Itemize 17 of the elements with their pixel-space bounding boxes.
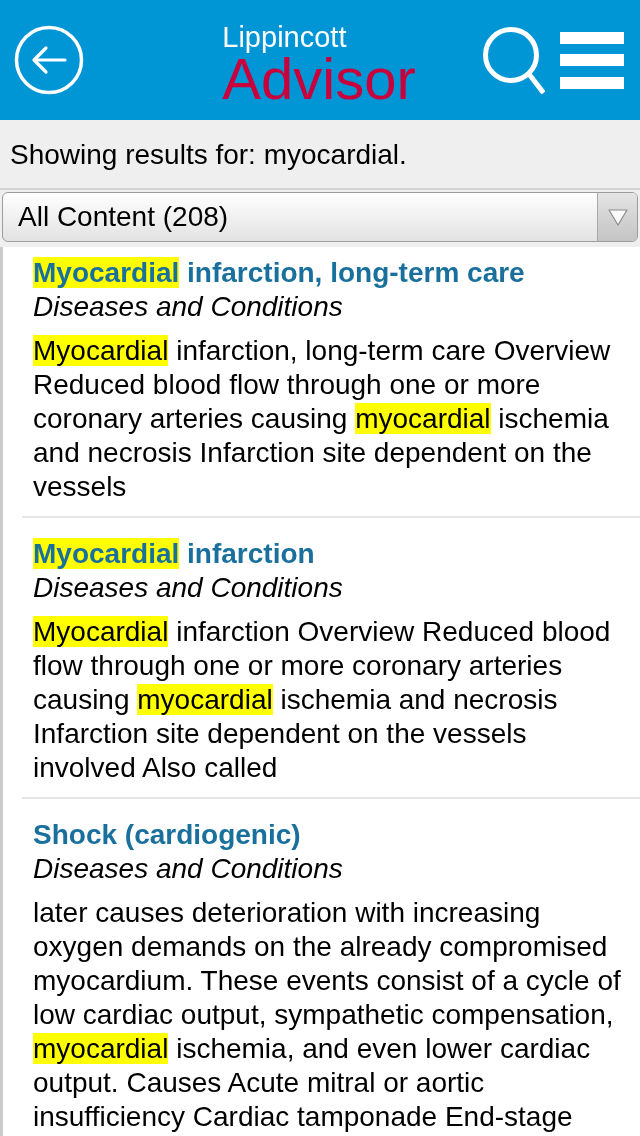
result-title-link[interactable]: Myocardial infarction, long-term care: [33, 256, 636, 290]
search-summary-text: Showing results for: myocardial.: [0, 120, 640, 190]
back-icon[interactable]: [14, 25, 84, 95]
logo-text: Lippincott: [222, 22, 347, 52]
result-snippet: Myocardial infarction, long-term care Overview Reduced blood flow through one or more coronary arteries causing myocardial ischemia and necrosis Infarction site dependent on the vessels: [33, 334, 612, 504]
menu-icon[interactable]: [560, 31, 624, 89]
result-category: Diseases and Conditions: [33, 290, 344, 324]
result-snippet: later causes deterioration with increasing oxygen demands on the already compromised myocardium. These events consist of a cycle of low cardiac output, sympathetic compensation, myocardial ischemia, and even lower cardiac output. Causes Acute mitral or aortic insufficiency Cardiac tamponade End-stage: [33, 896, 622, 1134]
result-title-link[interactable]: Shock (cardiogenic): [33, 818, 636, 852]
result-category: Diseases and Conditions: [33, 852, 344, 886]
result-title-link[interactable]: Myocardial infarction: [33, 537, 636, 571]
logo-wordmark: Advisor: [222, 52, 416, 106]
search-icon[interactable]: [482, 26, 545, 94]
content-filter-dropdown[interactable]: All Content (208): [2, 192, 638, 242]
result-category: Diseases and Conditions: [33, 571, 344, 605]
caret-icon: [597, 193, 637, 241]
result-snippet: Myocardial infarction Overview Reduced blood flow through one or more coronary arteries causing myocardial ischemia and necrosis Infarction site dependent on the vessels involved Also called: [33, 615, 612, 785]
